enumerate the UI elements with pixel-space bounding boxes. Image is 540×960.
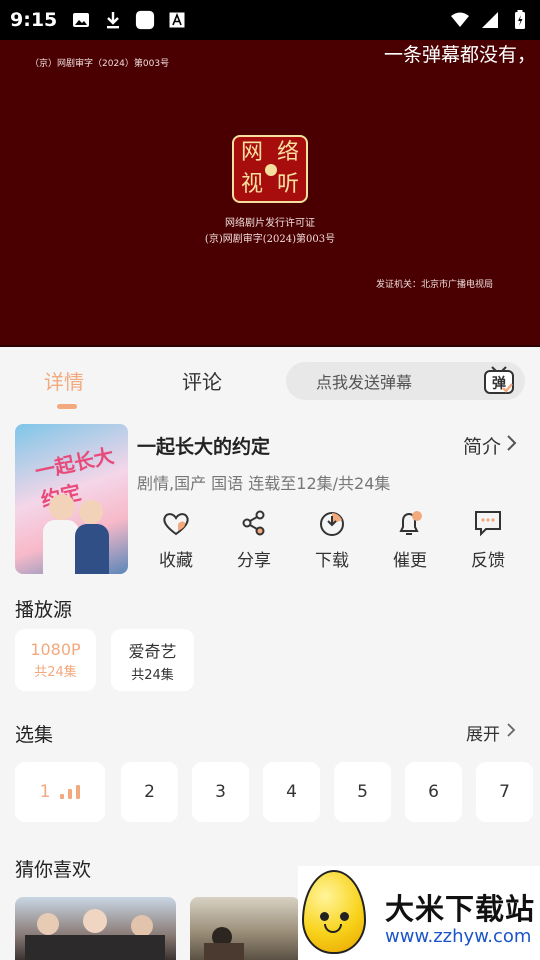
bell-icon (399, 511, 422, 535)
episode-number: 1 (39, 782, 51, 802)
tab-indicator (57, 404, 77, 409)
share-icon (242, 510, 265, 536)
poster-figure (43, 520, 79, 574)
show-meta: 剧情,国产 国语 连载至12集/共24集 (137, 474, 391, 493)
source-name: 1080P (30, 640, 81, 659)
episode-item[interactable]: 6 (405, 762, 462, 822)
show-poster[interactable]: 一起长大约定 (15, 424, 128, 574)
wifi-icon (450, 10, 470, 30)
danmaku-placeholder: 点我发送弹幕 (316, 373, 413, 392)
show-info: 一起长大约定 一起长大的约定 简介 剧情,国产 国语 连载至12集/共24集 收… (15, 424, 525, 574)
danmaku-toggle-button[interactable]: 弹 (483, 366, 515, 396)
intro-label: 简介 (462, 436, 501, 458)
feedback-icon (475, 511, 501, 537)
seal-char: 网 (240, 140, 263, 165)
episode-item[interactable]: 2 (121, 762, 178, 822)
seal-char: 视 (240, 172, 263, 197)
status-time: 9:15 (10, 9, 58, 31)
chevron-right-icon (505, 434, 517, 457)
episode-item[interactable]: 3 (192, 762, 249, 822)
favorite-button[interactable]: 收藏 (137, 508, 215, 571)
episode-list: 1 2 3 4 5 6 7 (15, 762, 540, 822)
source-iqiyi[interactable]: 爱奇艺 共24集 (111, 629, 194, 691)
square-app-icon (135, 10, 155, 30)
action-label: 分享 (237, 551, 271, 571)
mascot-eye (340, 912, 349, 921)
danmaku-input[interactable]: 点我发送弹幕 弹 (286, 362, 525, 400)
sources-title: 播放源 (15, 599, 73, 621)
share-button[interactable]: 分享 (215, 508, 293, 571)
recommend-card[interactable] (15, 897, 176, 960)
license-title: 网络剧片发行许可证 (225, 218, 315, 229)
seal-char: 络 (276, 140, 299, 165)
font-a-icon (167, 10, 187, 30)
recommend-card[interactable] (190, 897, 300, 960)
action-label: 催更 (393, 551, 427, 571)
video-player[interactable]: （京）网剧审字（2024）第003号 一条弹幕都没有， 网 络 视 听 网络剧片… (0, 40, 540, 347)
action-label: 收藏 (159, 551, 193, 571)
episode-item[interactable]: 4 (263, 762, 320, 822)
episode-item[interactable]: 7 (476, 762, 533, 822)
signal-icon (480, 10, 500, 30)
mascot-smile (324, 924, 342, 933)
poster-figure (75, 524, 109, 574)
license-number: (京)网剧审字(2024)第003号 (204, 234, 336, 245)
license-seal-logo: 网 络 视 听 (232, 135, 308, 203)
source-name: 爱奇艺 (128, 641, 177, 661)
status-bar: 9:15 (0, 0, 540, 40)
remind-update-button[interactable]: 催更 (371, 508, 449, 571)
source-count: 共24集 (34, 665, 77, 680)
license-issuer: 发证机关：北京市广播电视局 (376, 280, 494, 290)
action-label: 反馈 (471, 551, 505, 571)
danmaku-text: 一条弹幕都没有， (384, 44, 537, 66)
poster-face (49, 494, 75, 520)
battery-icon (510, 10, 530, 30)
episode-item-current[interactable]: 1 (15, 762, 105, 822)
episodes-title: 选集 (15, 724, 54, 746)
feedback-button[interactable]: 反馈 (449, 508, 527, 571)
poster-face (79, 500, 103, 524)
license-number-top: （京）网剧审字（2024）第003号 (30, 59, 170, 69)
system-icons (450, 10, 530, 30)
site-watermark: 大米下载站 www.zzhyw.com (298, 866, 540, 960)
rec-thumb-figures (204, 943, 244, 960)
egg-mascot-logo (302, 870, 366, 954)
poster-title: 一起长大约定 (32, 443, 117, 511)
rec-thumb-figures (25, 935, 165, 960)
intro-button[interactable]: 简介 (463, 432, 517, 459)
player-progress-bar[interactable] (0, 345, 540, 347)
expand-episodes-button[interactable]: 展开 (466, 720, 516, 745)
download-icon (320, 512, 344, 536)
rec-thumb-face (131, 915, 153, 937)
watermark-site-name: 大米下载站 (385, 892, 536, 926)
play-dot-icon (265, 164, 277, 176)
download-button[interactable]: 下载 (293, 508, 371, 571)
playing-bars-icon (60, 785, 81, 799)
action-label: 下载 (315, 551, 349, 571)
source-count: 共24集 (131, 667, 174, 683)
image-icon (71, 10, 91, 30)
rec-thumb-face (83, 909, 107, 933)
episode-item[interactable]: 5 (334, 762, 391, 822)
action-bar: 收藏 分享 下载 催更 反馈 (137, 508, 527, 571)
chevron-right-icon (506, 722, 516, 743)
watermark-url: www.zzhyw.com (385, 926, 532, 947)
notification-icons (71, 10, 187, 30)
tab-bar: 详情 评论 点我发送弹幕 弹 (0, 352, 540, 410)
recommend-title: 猜你喜欢 (15, 859, 92, 881)
download-icon (103, 10, 123, 30)
tab-comments[interactable]: 评论 (182, 366, 222, 395)
source-1080p[interactable]: 1080P 共24集 (15, 629, 96, 691)
expand-label: 展开 (466, 725, 500, 745)
heart-icon (163, 513, 189, 536)
tab-details[interactable]: 详情 (44, 366, 84, 395)
mascot-eye (320, 912, 329, 921)
show-title: 一起长大的约定 (137, 436, 271, 458)
rec-thumb-face (37, 913, 59, 935)
